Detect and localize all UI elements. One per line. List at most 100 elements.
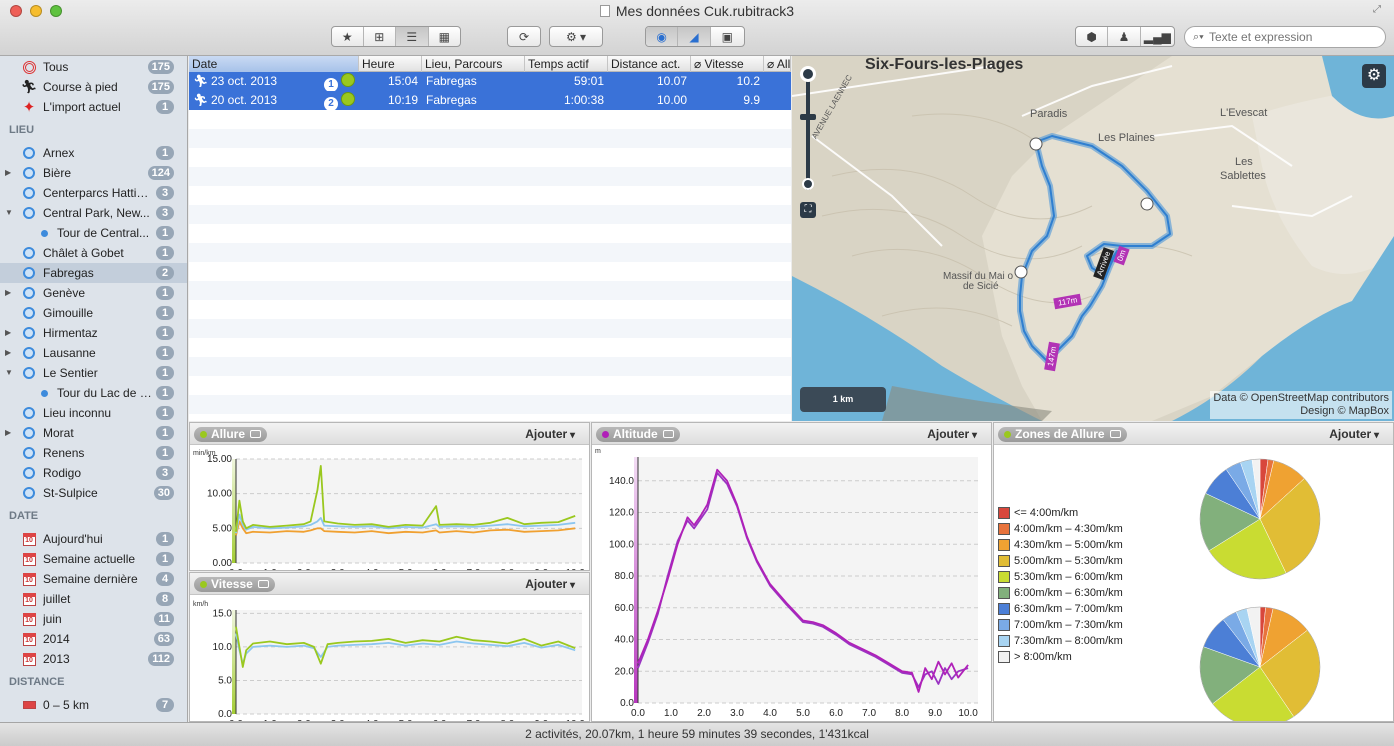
sidebar-item[interactable]: 10 Semaine actuelle 1 [0, 549, 187, 569]
inspector-toggle-button[interactable]: ▣ [711, 27, 744, 46]
speed-cell[interactable]: 9.9 [691, 91, 764, 110]
star-icon: ★ [341, 29, 353, 44]
sidebar-item[interactable]: 0 – 5 km 7 [0, 695, 187, 715]
sidebar-item-label: Gimouille [43, 306, 94, 320]
y-tick-label: 140.0 [609, 476, 634, 487]
search-field[interactable]: ⌕▾ [1184, 26, 1386, 48]
y-axis-unit: km/h [193, 601, 208, 608]
disclosure-triangle-icon[interactable]: ▶ [5, 348, 11, 357]
disclosure-triangle-icon[interactable]: ▶ [5, 168, 11, 177]
sidebar-item-label: St-Sulpice [43, 486, 98, 500]
map-city-label: Six-Fours-les-Plages [865, 56, 1024, 73]
sidebar-item[interactable]: Centerparcs Hattig... 3 [0, 183, 187, 203]
location-cell[interactable]: Fabregas [422, 91, 525, 110]
disclosure-triangle-icon[interactable]: ▼ [5, 368, 13, 377]
column-header-3[interactable]: Temps actif [525, 56, 608, 72]
signal-button[interactable]: ▂▄▆ [1141, 27, 1174, 46]
distance-cell[interactable]: 10.00 [608, 91, 691, 110]
sidebar-item[interactable]: Tour du Lac de J... 1 [0, 383, 187, 403]
column-header-2[interactable]: Lieu, Parcours [422, 56, 525, 72]
sidebar-item[interactable]: 10 juillet 8 [0, 589, 187, 609]
sidebar-item[interactable]: 10 2014 63 [0, 629, 187, 649]
date-cell[interactable]: 🏃︎ 23 oct. 2013 1 [189, 72, 359, 91]
fit-route-icon[interactable]: ⛶ [800, 202, 816, 218]
sidebar-item[interactable]: 10 juin 11 [0, 609, 187, 629]
active-time-cell[interactable]: 1:00:38 [525, 91, 608, 110]
sidebar-item[interactable]: St-Sulpice 30 [0, 483, 187, 503]
sidebar-item[interactable]: ▶ Morat 1 [0, 423, 187, 443]
sidebar-item[interactable]: 10 Aujourd'hui 1 [0, 529, 187, 549]
active-time-cell[interactable]: 59:01 [525, 72, 608, 91]
device-button[interactable]: ⬢ [1076, 27, 1109, 46]
sidebar-item[interactable]: Rodigo 3 [0, 463, 187, 483]
sidebar-item[interactable]: Tour de Central... 1 [0, 223, 187, 243]
y-tick-label: 20.0 [615, 666, 635, 677]
sidebar-item[interactable]: ▶ Lausanne 1 [0, 343, 187, 363]
distance-cell[interactable]: 10.07 [608, 72, 691, 91]
speed-cell[interactable]: 10.2 [691, 72, 764, 91]
zoom-min-handle[interactable] [802, 178, 814, 190]
sidebar-item-label: Lausanne [43, 346, 96, 360]
sidebar-item[interactable]: 🏃︎ Course à pied 175 [0, 77, 187, 97]
calendar-glyph-icon: 10 [22, 652, 36, 666]
map-attribution: Data © OpenStreetMap contributors Design … [1210, 391, 1392, 419]
sidebar-item[interactable]: Tous 175 [0, 57, 187, 77]
column-header-4[interactable]: Distance act. [608, 56, 691, 72]
sidebar-item[interactable]: 10 2013 112 [0, 649, 187, 669]
sidebar-item[interactable]: Lieu inconnu 1 [0, 403, 187, 423]
zoom-slider[interactable]: ⛶ [800, 66, 816, 218]
vitesse-panel-title[interactable]: Vitesse [194, 577, 275, 592]
altitude-panel-title[interactable]: Altitude [596, 427, 680, 442]
table-view-button[interactable]: ▦ [429, 27, 460, 46]
sidebar-item[interactable]: Châlet à Gobet 1 [0, 243, 187, 263]
map-view[interactable]: ⛶ Six-Fours-les-Plages Paradis Les Plain… [792, 56, 1394, 421]
sidebar-item[interactable]: Gimouille 1 [0, 303, 187, 323]
sidebar-item[interactable]: ▶ Hirmentaz 1 [0, 323, 187, 343]
table-row[interactable]: 🏃︎ 20 oct. 2013 2 10:19 Fabregas 1:00:38 10.00… [189, 91, 791, 110]
profile-button[interactable]: ♟ [1108, 27, 1141, 46]
sidebar-item[interactable]: 10 Semaine dernière 4 [0, 569, 187, 589]
altitude-add-button[interactable]: Ajouter [927, 427, 977, 441]
map-settings-button[interactable]: ⚙ [1362, 64, 1386, 88]
sidebar-item[interactable]: Renens 1 [0, 443, 187, 463]
zones-add-button[interactable]: Ajouter [1329, 427, 1379, 441]
sidebar-item[interactable]: ✦ L'import actuel 1 [0, 97, 187, 117]
disclosure-triangle-icon[interactable]: ▶ [5, 428, 11, 437]
disclosure-triangle-icon[interactable]: ▶ [5, 328, 11, 337]
empty-row [189, 186, 791, 205]
time-cell[interactable]: 15:04 [359, 72, 422, 91]
sidebar-item[interactable]: ▶ Bière 124 [0, 163, 187, 183]
time-cell[interactable]: 10:19 [359, 91, 422, 110]
count-badge: 3 [156, 186, 174, 200]
allure-panel-title[interactable]: Allure [194, 427, 268, 442]
location-cell[interactable]: Fabregas [422, 72, 525, 91]
sidebar-item[interactable]: ▶ Genève 1 [0, 283, 187, 303]
fullscreen-icon[interactable]: ⤢ [1373, 4, 1385, 16]
action-menu-button[interactable]: ⚙ ▾ [550, 27, 602, 46]
zoom-max-handle[interactable] [800, 66, 816, 82]
disclosure-triangle-icon[interactable]: ▶ [5, 288, 11, 297]
sidebar-item[interactable]: ▼ Le Sentier 1 [0, 363, 187, 383]
sidebar-item[interactable]: Arnex 1 [0, 143, 187, 163]
column-header-1[interactable]: Heure [359, 56, 422, 72]
table-row[interactable]: 🏃︎ 23 oct. 2013 1 15:04 Fabregas 59:01 10.07 10… [189, 72, 791, 91]
sidebar-item[interactable]: ▼ Central Park, New... 3 [0, 203, 187, 223]
disclosure-triangle-icon[interactable]: ▼ [5, 208, 13, 217]
column-header-6[interactable]: ⌀ All [764, 56, 791, 72]
map-toggle-button[interactable]: ◉ [646, 27, 679, 46]
zones-panel-title[interactable]: Zones de Allure [998, 427, 1127, 442]
column-header-5[interactable]: ⌀ Vitesse [691, 56, 764, 72]
zoom-slider-thumb[interactable] [800, 114, 816, 120]
list-view-button[interactable]: ☰ [396, 27, 429, 46]
allure-add-button[interactable]: Ajouter [525, 427, 575, 441]
vitesse-add-button[interactable]: Ajouter [525, 577, 575, 591]
grid-view-button[interactable]: ⊞ [364, 27, 397, 46]
search-input[interactable] [1209, 30, 1379, 44]
comment-icon [250, 430, 262, 438]
sidebar-item[interactable]: Fabregas 2 [0, 263, 187, 283]
favorites-star-button[interactable]: ★ [332, 27, 364, 46]
sync-button[interactable]: ⟳ [508, 27, 540, 46]
date-cell[interactable]: 🏃︎ 20 oct. 2013 2 [189, 91, 359, 110]
column-header-0[interactable]: Date [189, 56, 359, 72]
charts-toggle-button[interactable]: ◢ [678, 27, 711, 46]
